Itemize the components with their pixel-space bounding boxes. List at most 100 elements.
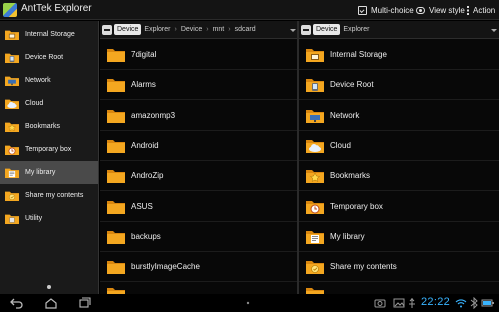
path-dropdown-icon[interactable] [491, 29, 497, 32]
breadcrumb-item[interactable]: Explorer [340, 24, 372, 35]
list-item[interactable]: backups [100, 222, 297, 252]
sidebar-item-bookmarks[interactable]: Bookmarks [0, 115, 98, 138]
action-label: Action [473, 5, 496, 15]
sidebar-item-my-library[interactable]: My library [0, 161, 98, 184]
file-name: Bookmarks [330, 171, 371, 180]
library-icon [5, 168, 19, 178]
list-item[interactable]: Share my contents [299, 252, 499, 282]
collapse-pane-button[interactable] [301, 25, 311, 35]
home-icon[interactable] [44, 297, 58, 309]
sidebar-item-share-my-contents[interactable]: Share my contents [0, 184, 98, 207]
sidebar-item-temporary-box[interactable]: Temporary box [0, 138, 98, 161]
right-file-pane[interactable]: Device Explorer Internal Storage Device … [299, 21, 499, 301]
network-icon [5, 76, 19, 86]
system-nav-bar: 22:22 [0, 294, 499, 312]
sidebar-item-label: Network [25, 77, 51, 84]
view-style-label: View style [429, 5, 465, 15]
file-name: Android [131, 141, 159, 150]
utility-icon [5, 214, 19, 224]
list-item[interactable]: Alarms [100, 70, 297, 100]
file-name: Temporary box [330, 202, 383, 211]
sidebar-item-label: Bookmarks [25, 123, 61, 130]
file-name: 7digital [131, 50, 157, 59]
library-icon [306, 231, 324, 244]
list-item[interactable]: Network [299, 101, 499, 131]
temporary-box-icon [306, 201, 324, 214]
file-name: burstlyImageCache [131, 262, 200, 271]
screenshot-icon[interactable] [374, 297, 386, 309]
path-dropdown-icon[interactable] [290, 29, 296, 32]
recent-apps-icon[interactable] [78, 297, 92, 309]
collapse-pane-button[interactable] [102, 25, 112, 35]
back-icon[interactable] [10, 297, 24, 309]
sidebar-item-device-root[interactable]: Device Root [0, 46, 98, 69]
sidebar-item-label: Temporary box [25, 146, 72, 153]
list-item[interactable]: Cloud [299, 131, 499, 161]
action-menu-button[interactable]: Action [467, 0, 495, 20]
sidebar-item-utility[interactable]: Utility [0, 207, 98, 230]
breadcrumb: Device Explorer [313, 24, 372, 35]
file-name: Cloud [330, 141, 351, 150]
list-item[interactable]: AndroZip [100, 161, 297, 191]
list-item[interactable]: ASUS [100, 192, 297, 222]
file-name: ASUS [131, 202, 153, 211]
list-item[interactable]: amazonmp3 [100, 101, 297, 131]
folder-icon [107, 49, 125, 62]
list-item[interactable]: Android [100, 131, 297, 161]
folder-icon [107, 170, 125, 183]
bookmark-icon [5, 122, 19, 132]
share-icon [306, 261, 324, 274]
menu-dots-icon[interactable] [244, 297, 252, 309]
sidebar-item-network[interactable]: Network [0, 69, 98, 92]
chevron-right-icon: › [174, 26, 177, 33]
eye-icon [416, 6, 425, 14]
list-item[interactable]: 7digital [100, 40, 297, 70]
device-root-icon [5, 53, 19, 63]
left-path-bar: Device Explorer › Device › mnt › sdcard [100, 21, 297, 39]
sidebar-item-label: Internal Storage [25, 31, 75, 38]
page-indicator-icon [47, 285, 51, 289]
multi-choice-label: Multi-choice [371, 5, 414, 15]
left-file-pane[interactable]: Device Explorer › Device › mnt › sdcard … [100, 21, 297, 301]
wifi-icon [455, 299, 467, 308]
breadcrumb-item[interactable]: Explorer [141, 24, 173, 35]
file-name: Device Root [330, 80, 374, 89]
multi-choice-button[interactable]: Multi-choice [358, 0, 414, 20]
folder-icon [107, 140, 125, 153]
breadcrumb-item[interactable]: mnt [210, 24, 228, 35]
list-item[interactable]: burstlyImageCache [100, 252, 297, 282]
file-name: AndroZip [131, 171, 164, 180]
file-name: amazonmp3 [131, 111, 176, 120]
cloud-icon [306, 140, 324, 153]
multi-choice-icon [358, 5, 367, 15]
file-name: My library [330, 232, 365, 241]
list-item[interactable]: Internal Storage [299, 40, 499, 70]
file-name: Alarms [131, 80, 156, 89]
gallery-icon [393, 298, 405, 308]
view-style-button[interactable]: View style [416, 0, 465, 20]
status-clock: 22:22 [421, 296, 451, 308]
breadcrumb: Device Explorer › Device › mnt › sdcard [114, 24, 259, 35]
title-bar: AntTek Explorer Multi-choice View style … [0, 0, 499, 20]
usb-icon [409, 298, 415, 308]
folder-icon [107, 261, 125, 274]
sidebar: Internal Storage Device Root Network Clo… [0, 21, 99, 294]
list-item[interactable]: Temporary box [299, 192, 499, 222]
file-name: Share my contents [330, 262, 397, 271]
list-item[interactable]: My library [299, 222, 499, 252]
right-path-bar: Device Explorer [299, 21, 499, 39]
breadcrumb-item[interactable]: Device [178, 24, 205, 35]
cloud-icon [5, 99, 19, 109]
list-item[interactable]: Bookmarks [299, 161, 499, 191]
breadcrumb-item[interactable]: Device [313, 24, 341, 35]
network-icon [306, 110, 324, 123]
bluetooth-icon [470, 297, 478, 309]
sidebar-item-cloud[interactable]: Cloud [0, 92, 98, 115]
breadcrumb-item[interactable]: sdcard [232, 24, 259, 35]
internal-storage-icon [5, 30, 19, 40]
breadcrumb-item[interactable]: Device [114, 24, 142, 35]
list-item[interactable]: Device Root [299, 70, 499, 100]
share-icon [5, 191, 19, 201]
sidebar-item-internal-storage[interactable]: Internal Storage [0, 23, 98, 46]
file-name: Internal Storage [330, 50, 387, 59]
